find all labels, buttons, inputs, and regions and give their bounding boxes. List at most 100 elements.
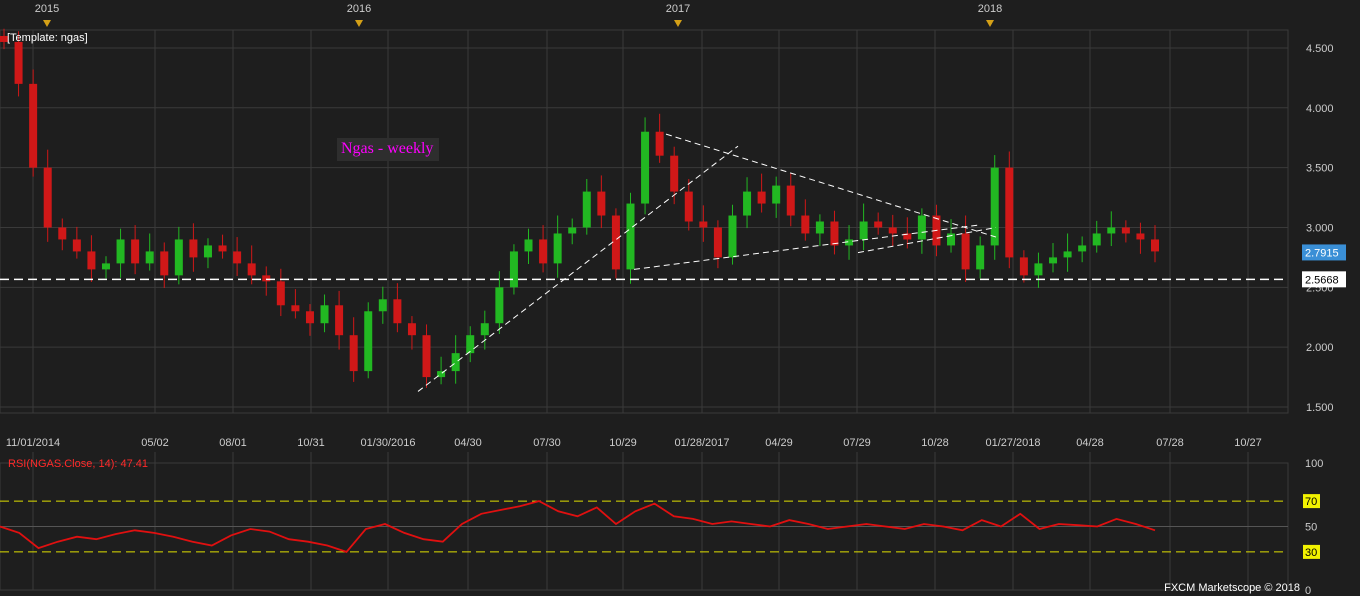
year-marker-label: 2018	[978, 3, 1002, 15]
candle-body	[1019, 257, 1028, 276]
date-tick-label: 04/30	[454, 437, 482, 449]
date-tick-label: 05/02	[141, 437, 169, 449]
date-tick-label: 04/28	[1076, 437, 1104, 449]
support-level-value: 2.5668	[1305, 274, 1339, 286]
rsi-tick-label: 30	[1305, 547, 1317, 559]
candle-body	[145, 251, 154, 264]
candle-body	[203, 245, 212, 258]
candle-body	[859, 221, 868, 240]
candle-body	[1092, 233, 1101, 246]
candle-body	[43, 167, 52, 228]
date-tick-label: 08/01	[219, 437, 247, 449]
candle-body	[874, 221, 883, 228]
candle-body	[480, 323, 489, 336]
date-tick-label: 10/29	[609, 437, 637, 449]
candle-body	[29, 83, 38, 168]
candle-body	[713, 227, 722, 258]
candle-body	[189, 239, 198, 258]
rsi-tick-label: 70	[1305, 496, 1317, 508]
candle-body	[626, 203, 635, 270]
candle-body	[1049, 257, 1058, 264]
candle-body	[349, 335, 358, 372]
year-marker-label: 2017	[666, 3, 690, 15]
price-tick-label: 4.500	[1306, 43, 1334, 55]
date-tick-label: 10/31	[297, 437, 325, 449]
candle-body	[364, 311, 373, 372]
rsi-tick-label: 50	[1305, 522, 1317, 534]
candle-body	[539, 239, 548, 264]
date-tick-label: 10/27	[1234, 437, 1262, 449]
price-tick-label: 3.000	[1306, 222, 1334, 234]
rsi-label: RSI(NGAS.Close, 14): 47.41	[8, 458, 149, 470]
date-tick-label: 07/29	[843, 437, 871, 449]
year-marker-label: 2015	[35, 3, 59, 15]
candle-body	[233, 251, 242, 264]
candle-body	[524, 239, 533, 252]
date-tick-label: 10/28	[921, 437, 949, 449]
date-tick-label: 04/29	[765, 437, 793, 449]
chart-title: Ngas - weekly	[337, 138, 440, 161]
date-tick-label: 11/01/2014	[6, 437, 60, 449]
candle-body	[1034, 263, 1043, 276]
candle-body	[553, 233, 562, 264]
watermark: FXCM Marketscope © 2018	[1164, 582, 1300, 594]
candle-body	[917, 215, 926, 240]
candle-body	[743, 191, 752, 216]
candle-body	[568, 227, 577, 234]
price-panel: 2015 2016 2017 20184.5004.0003.5003.0002.50…	[0, 0, 1360, 596]
date-tick-label: 01/27/2018	[985, 437, 1040, 449]
candle-body	[422, 335, 431, 378]
candle-body	[1107, 227, 1116, 234]
candle-body	[786, 185, 795, 216]
candle-body	[393, 299, 402, 324]
candle-body	[976, 245, 985, 270]
candle-body	[1121, 227, 1130, 234]
candle-body	[888, 227, 897, 234]
candle-body	[699, 221, 708, 228]
price-tick-label: 1.500	[1306, 402, 1334, 414]
candle-body	[1063, 251, 1072, 258]
candle-body	[87, 251, 96, 270]
candle-body	[728, 215, 737, 258]
current-price-value: 2.7915	[1305, 247, 1339, 259]
price-tick-label: 2.000	[1306, 342, 1334, 354]
candle-body	[247, 263, 256, 276]
candle-body	[757, 191, 766, 204]
date-tick-label: 01/30/2016	[360, 437, 415, 449]
rsi-tick-label: 0	[1305, 585, 1311, 596]
rsi-tick-label: 100	[1305, 458, 1323, 470]
candle-body	[320, 305, 329, 324]
candle-body	[961, 233, 970, 270]
candle-body	[582, 191, 591, 228]
chart-background	[0, 0, 1360, 596]
candle-body	[801, 215, 810, 234]
candle-body	[815, 221, 824, 234]
candle-body	[407, 323, 416, 336]
candle-body	[670, 155, 679, 192]
candle-body	[684, 191, 693, 222]
date-tick-label: 07/30	[533, 437, 561, 449]
candle-body	[1005, 167, 1014, 258]
chart-canvas: 2015 2016 2017 20184.5004.0003.5003.0002.50…	[0, 0, 1360, 596]
candle-body	[58, 227, 67, 240]
candle-body	[276, 281, 285, 306]
candle-body	[218, 245, 227, 252]
candle-body	[14, 41, 23, 84]
price-tick-label: 4.000	[1306, 103, 1334, 115]
candle-body	[990, 167, 999, 246]
candle-body	[641, 131, 650, 204]
candle-body	[495, 287, 504, 324]
candle-body	[305, 311, 314, 324]
candle-body	[1151, 239, 1159, 252]
candle-body	[335, 305, 344, 336]
date-tick-label: 07/28	[1156, 437, 1184, 449]
template-label: [Template: ngas]	[7, 32, 88, 44]
candle-body	[101, 263, 110, 270]
candle-body	[378, 299, 387, 312]
year-marker-label: 2016	[347, 3, 371, 15]
price-tick-label: 3.500	[1306, 163, 1334, 175]
candle-body	[116, 239, 125, 264]
candle-body	[466, 335, 475, 354]
candle-body	[160, 251, 169, 276]
date-tick-label: 01/28/2017	[674, 437, 729, 449]
